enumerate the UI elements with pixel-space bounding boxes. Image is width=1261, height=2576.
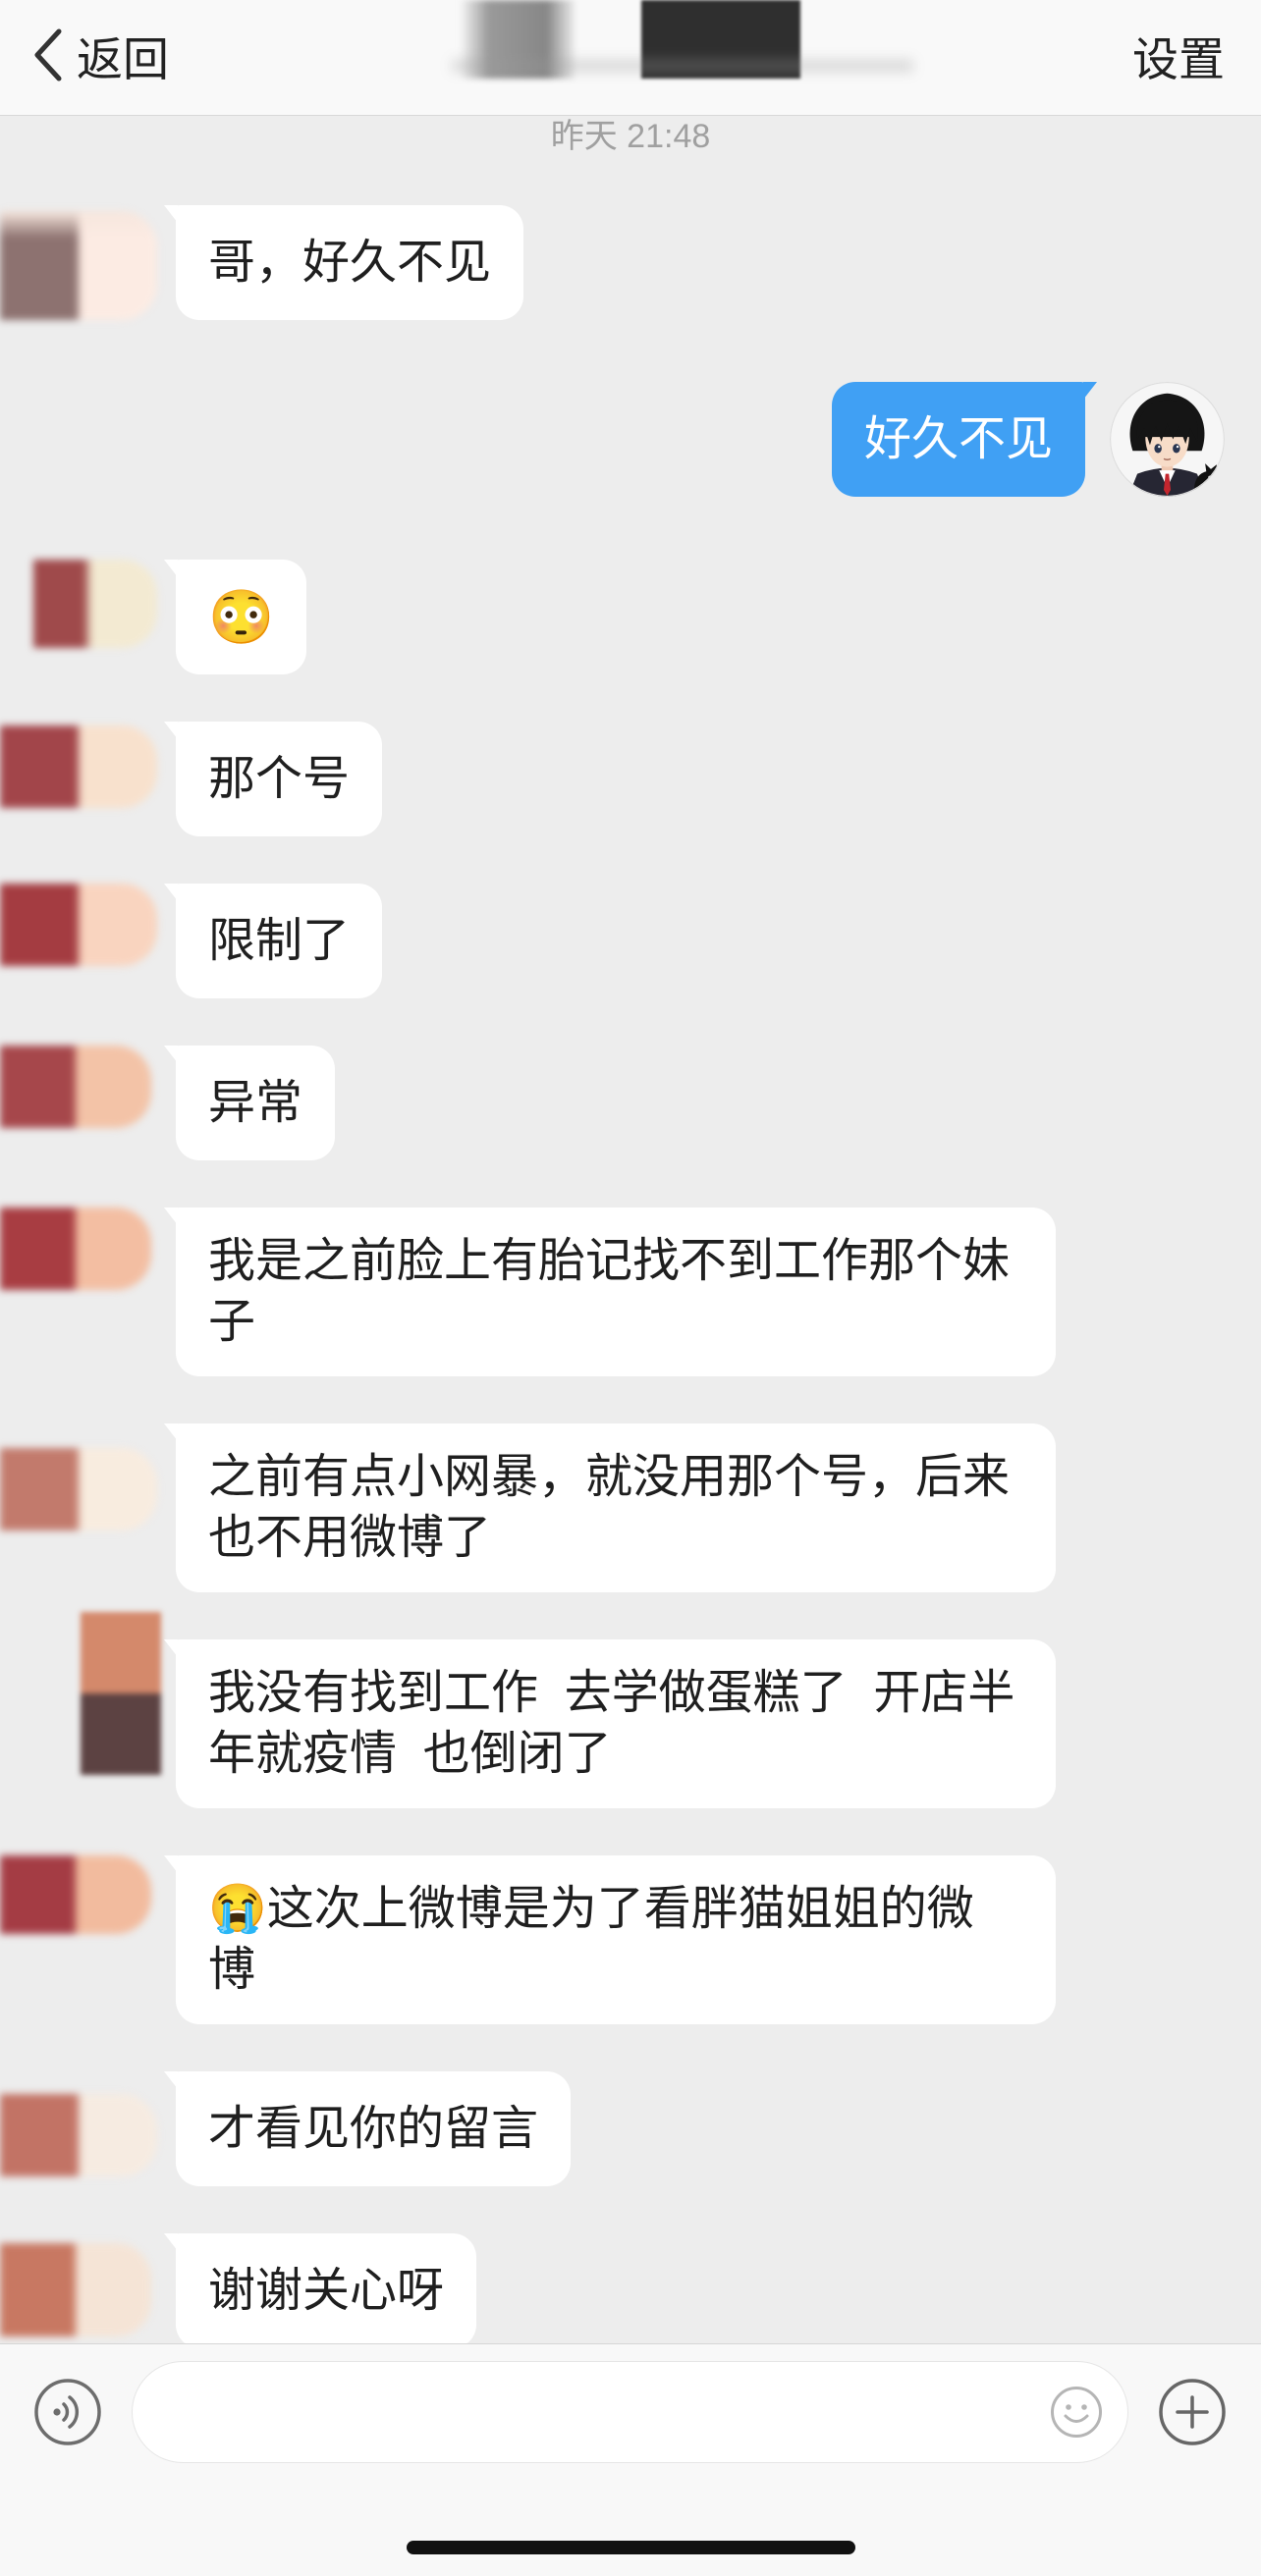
message-row: 才看见你的留言 [0, 2071, 1261, 2186]
message-bubble[interactable]: 谢谢关心呀 [163, 2233, 477, 2343]
message-text: 哥，好久不见 [208, 236, 492, 289]
voice-icon [34, 2379, 101, 2445]
message-text: 😳 [208, 587, 275, 647]
message-text: 限制了 [208, 914, 351, 967]
message-row: 😭这次上微博是为了看胖猫姐姐的微 博 [0, 1855, 1261, 2024]
home-indicator[interactable] [407, 2541, 855, 2554]
chevron-left-icon [34, 28, 62, 81]
message-text: 子 [208, 1296, 256, 1348]
back-label: 返回 [77, 32, 169, 85]
message-bubble[interactable]: 😭这次上微博是为了看胖猫姐姐的微 博 [164, 1855, 1056, 2024]
message-text: 好久不见 [863, 412, 1053, 465]
message-row: 异常 [0, 1046, 1261, 1160]
message-text: 我是之前脸上有胎记找不到工作那个妹 [208, 1235, 1011, 1287]
message-row: 我没有找到工作 去学做蛋糕了 开店半 年就疫情 也倒闭了 [0, 1612, 1261, 1808]
message-text: 年就疫情 也倒闭了 [208, 1728, 612, 1780]
contact-avatar[interactable] [0, 1046, 151, 1128]
redaction-block [460, 0, 576, 79]
contact-avatar[interactable] [0, 1855, 151, 1934]
plus-circle-icon [1159, 2379, 1226, 2445]
voice-button[interactable] [33, 2378, 102, 2446]
message-text: 博 [208, 1944, 256, 1996]
emoji-button[interactable] [1050, 2386, 1103, 2439]
contact-avatar[interactable] [0, 2243, 151, 2336]
message-row: 限制了 [0, 884, 1261, 998]
message-bubble[interactable]: 那个号 [163, 722, 383, 836]
message-bubble[interactable]: 哥，好久不见 [163, 205, 524, 320]
redacted-title [0, 0, 1261, 115]
message-text: 也不用微博了 [208, 1512, 492, 1564]
message-bubble[interactable]: 异常 [163, 1046, 336, 1160]
message-row: 我是之前脸上有胎记找不到工作那个妹 子 [0, 1208, 1261, 1376]
smiley-icon [1051, 2387, 1102, 2438]
my-avatar[interactable] [1110, 382, 1225, 497]
contact-avatar[interactable] [0, 884, 157, 966]
message-timestamp: 昨天 21:48 [550, 118, 711, 155]
contact-avatar[interactable] [81, 1612, 161, 1775]
contact-avatar[interactable] [0, 725, 157, 808]
composer-bar [0, 2343, 1261, 2576]
message-row: 之前有点小网暴，就没用那个号，后来 也不用微博了 [0, 1423, 1261, 1592]
message-row: 谢谢关心呀 [0, 2233, 1261, 2343]
message-text: 之前有点小网暴，就没用那个号，后来 [208, 1451, 1011, 1503]
settings-button[interactable]: 设置 [1132, 0, 1225, 110]
chat-screen: 返回 设置 昨天 21:48 哥，好久不见 好久不见 😳 那个号 限制了 异常 … [0, 0, 1261, 2576]
back-button[interactable]: 返回 [29, 0, 169, 110]
message-text: 才看见你的留言 [208, 2102, 539, 2155]
contact-avatar[interactable] [0, 1448, 157, 1530]
message-row: 那个号 [0, 722, 1261, 836]
contact-avatar[interactable] [0, 211, 157, 320]
redaction-block [641, 0, 800, 79]
message-row: 好久不见 [0, 382, 1261, 497]
message-input-wrapper[interactable] [132, 2361, 1128, 2463]
message-bubble[interactable]: 限制了 [163, 884, 383, 998]
message-bubble[interactable]: 才看见你的留言 [163, 2071, 572, 2186]
add-button[interactable] [1158, 2378, 1227, 2446]
message-text: 我没有找到工作 去学做蛋糕了 开店半 [208, 1667, 1015, 1719]
contact-avatar[interactable] [0, 2094, 157, 2176]
message-text: 那个号 [208, 752, 351, 805]
message-bubble[interactable]: 我是之前脸上有胎记找不到工作那个妹 子 [164, 1208, 1056, 1376]
nav-bar: 返回 设置 [0, 0, 1261, 116]
message-text: 谢谢关心呀 [208, 2264, 445, 2317]
contact-avatar[interactable] [0, 1208, 151, 1290]
message-list[interactable]: 昨天 21:48 哥，好久不见 好久不见 😳 那个号 限制了 异常 我是之前脸上… [0, 116, 1261, 2343]
message-row: 😳 [0, 560, 1261, 674]
settings-label: 设置 [1132, 32, 1225, 85]
message-bubble[interactable]: 我没有找到工作 去学做蛋糕了 开店半 年就疫情 也倒闭了 [164, 1639, 1056, 1808]
message-bubble[interactable]: 之前有点小网暴，就没用那个号，后来 也不用微博了 [164, 1423, 1056, 1592]
redaction-smudge [452, 59, 913, 73]
message-bubble[interactable]: 好久不见 [831, 382, 1098, 497]
message-input[interactable] [172, 2362, 1036, 2462]
message-row: 哥，好久不见 [0, 205, 1261, 320]
contact-avatar[interactable] [33, 560, 157, 648]
message-text: 异常 [208, 1076, 303, 1129]
message-bubble[interactable]: 😳 [163, 560, 307, 674]
message-text: 😭这次上微博是为了看胖猫姐姐的微 [208, 1883, 974, 1935]
